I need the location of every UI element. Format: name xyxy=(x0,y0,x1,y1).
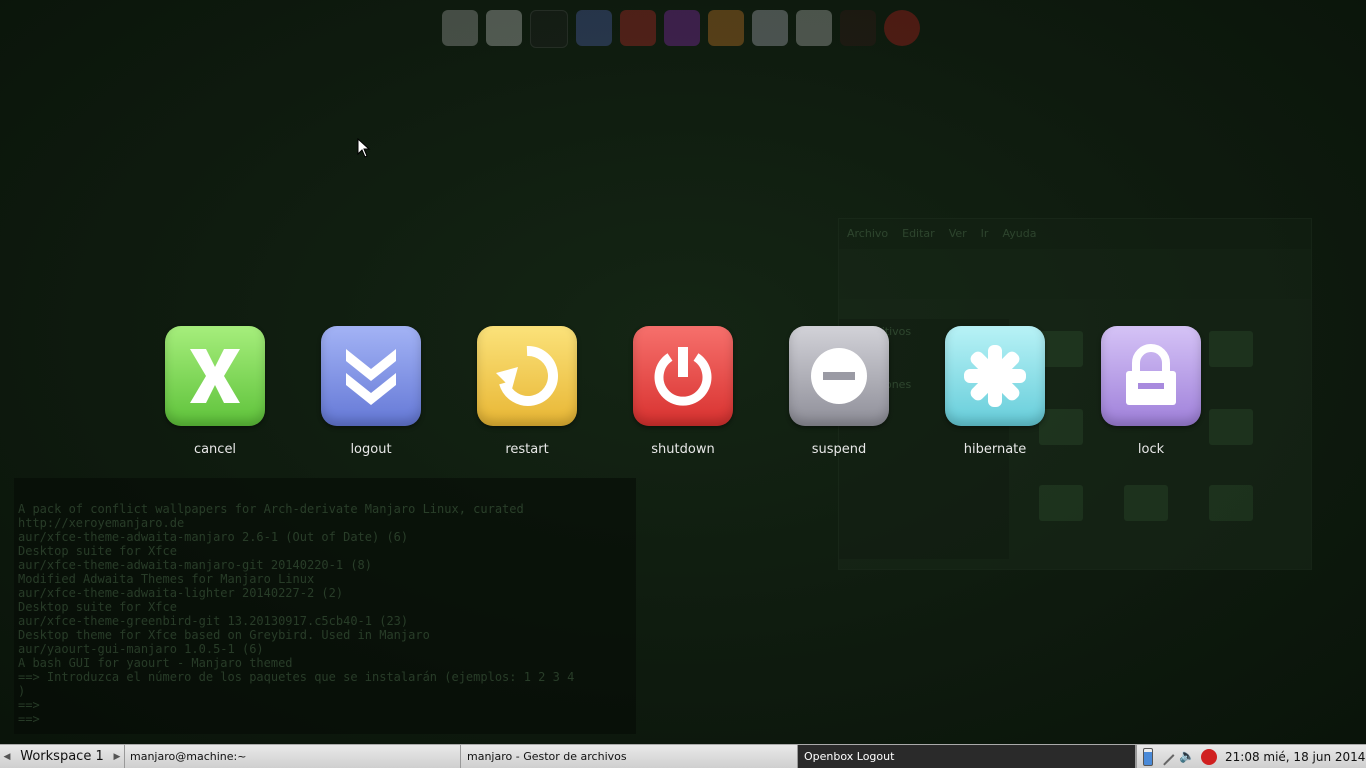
battery-icon[interactable] xyxy=(1143,747,1153,766)
terminal-line: ==> xyxy=(18,712,47,726)
system-tray: 🔈 21:08 mié, 18 jun 2014 xyxy=(1136,745,1366,768)
browser-icon[interactable] xyxy=(576,10,612,46)
suspend-icon xyxy=(811,348,867,404)
suspend-tile xyxy=(789,326,889,426)
bottom-panel: ◀ Workspace 1 ▶ manjaro@machine:~ manjar… xyxy=(0,744,1366,768)
folder-icon[interactable] xyxy=(1039,485,1083,521)
terminal-line: Desktop suite for Xfce xyxy=(18,544,177,558)
hibernate-label: hibernate xyxy=(963,442,1027,457)
file-manager-toolbar xyxy=(839,249,1311,299)
lock-button[interactable]: lock xyxy=(1101,326,1201,457)
hibernate-button[interactable]: hibernate xyxy=(945,326,1045,457)
music-icon[interactable] xyxy=(664,10,700,46)
restart-button[interactable]: restart xyxy=(477,326,577,457)
hibernate-tile xyxy=(945,326,1045,426)
delta-icon[interactable] xyxy=(752,10,788,46)
mouse-pointer-icon xyxy=(357,138,371,158)
folder-icon[interactable] xyxy=(1209,485,1253,521)
terminal-line: ==> Introduzca el número de los paquetes… xyxy=(18,670,575,684)
power-icon[interactable] xyxy=(884,10,920,46)
x-icon xyxy=(190,349,240,403)
file-manager-menubar: Archivo Editar Ver Ir Ayuda xyxy=(839,219,1311,249)
terminal-icon[interactable] xyxy=(530,10,568,48)
terminal-line: aur/xfce-theme-adwaita-lighter 20140227-… xyxy=(18,586,344,600)
terminal-line: A bash GUI for yaourt - Manjaro themed xyxy=(18,656,293,670)
terminal-line: Desktop theme for Xfce based on Greybird… xyxy=(18,628,430,642)
lock-tile xyxy=(1101,326,1201,426)
terminal-line: aur/xfce-theme-greenbird-git 13.20130917… xyxy=(18,614,409,628)
shutdown-label: shutdown xyxy=(651,442,715,457)
volume-icon[interactable]: 🔈 xyxy=(1179,749,1195,765)
power-icon xyxy=(654,347,712,406)
terminal-line: aur/xfce-theme-adwaita-manjaro-git 20140… xyxy=(18,558,373,572)
triangle-left-icon[interactable]: ◀ xyxy=(0,752,14,762)
terminal-line: ) xyxy=(18,684,26,698)
workspace-switcher[interactable]: ◀ Workspace 1 ▶ xyxy=(0,745,125,768)
menu-item[interactable]: Archivo xyxy=(847,227,888,241)
suspend-label: suspend xyxy=(811,442,867,457)
terminal-window: A pack of conflict wallpapers for Arch-d… xyxy=(14,478,636,734)
taskbar-item-file-manager[interactable]: manjaro - Gestor de archivos xyxy=(461,745,798,768)
folder-icon[interactable] xyxy=(1124,485,1168,521)
double-chevron-down-icon xyxy=(346,349,396,405)
triangle-right-icon[interactable]: ▶ xyxy=(110,752,124,762)
terminal-line: ==> xyxy=(18,698,40,712)
logout-label: logout xyxy=(350,442,392,457)
cancel-button[interactable]: cancel xyxy=(165,326,265,457)
logout-tile xyxy=(321,326,421,426)
restart-tile xyxy=(477,326,577,426)
menu-item[interactable]: Editar xyxy=(902,227,935,241)
workspace-name: Workspace 1 xyxy=(20,749,104,764)
update-notifier-icon[interactable] xyxy=(1201,748,1217,765)
cancel-tile xyxy=(165,326,265,426)
folder-icon[interactable] xyxy=(486,10,522,46)
shutdown-button[interactable]: shutdown xyxy=(633,326,733,457)
restart-arrow-icon xyxy=(496,345,558,406)
restart-label: restart xyxy=(505,442,549,457)
openbox-logout-dialog: cancel logout restart shutdown suspend h… xyxy=(0,326,1366,466)
cancel-label: cancel xyxy=(193,442,237,457)
menu-item[interactable]: Ver xyxy=(949,227,967,241)
terminal-line: Modified Adwaita Themes for Manjaro Linu… xyxy=(18,572,315,586)
terminal-line: aur/yaourt-gui-manjaro 1.0.5-1 (6) xyxy=(18,642,264,656)
menu-item[interactable]: Ir xyxy=(981,227,989,241)
taskbar-item-terminal[interactable]: manjaro@machine:~ xyxy=(124,745,461,768)
network-plug-icon[interactable] xyxy=(1157,748,1175,765)
suspend-button[interactable]: suspend xyxy=(789,326,889,457)
shutdown-tile xyxy=(633,326,733,426)
terminal-line: A pack of conflict wallpapers for Arch-d… xyxy=(18,502,524,516)
taskbar-item-openbox-logout[interactable]: Openbox Logout xyxy=(798,745,1136,768)
terminal-line: http://xeroyemanjaro.de xyxy=(18,516,185,530)
lock-label: lock xyxy=(1137,442,1165,457)
terminal-line: aur/xfce-theme-adwaita-manjaro 2.6-1 (Ou… xyxy=(18,530,409,544)
clock[interactable]: 21:08 mié, 18 jun 2014 xyxy=(1225,750,1365,764)
menu-item[interactable]: Ayuda xyxy=(1002,227,1036,241)
padlock-icon xyxy=(1126,344,1176,405)
snowflake-icon xyxy=(964,345,1026,407)
dock-app-icon[interactable] xyxy=(442,10,478,46)
media-icon[interactable] xyxy=(840,10,876,46)
document-icon[interactable] xyxy=(796,10,832,46)
vivaldi-icon[interactable] xyxy=(620,10,656,46)
terminal-line: Desktop suite for Xfce xyxy=(18,600,177,614)
dock xyxy=(438,8,924,48)
logout-button[interactable]: logout xyxy=(321,326,421,457)
firefox-icon[interactable] xyxy=(708,10,744,46)
